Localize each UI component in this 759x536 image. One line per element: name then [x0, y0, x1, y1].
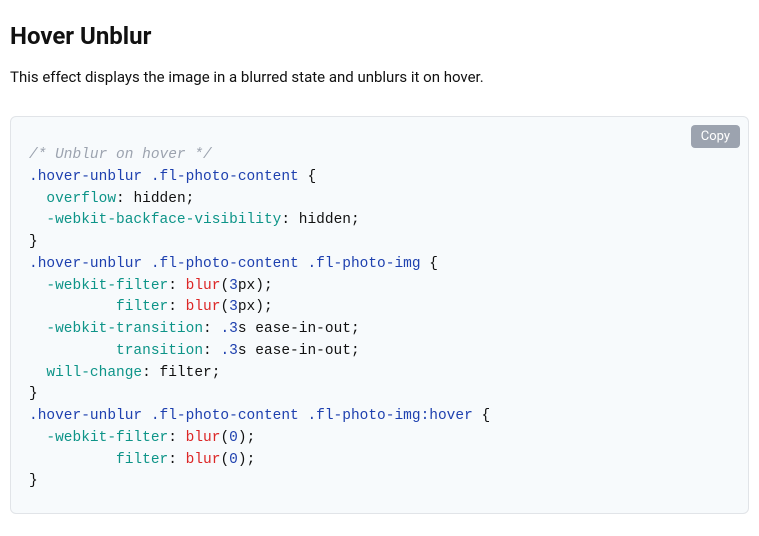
- code-colon: :: [281, 212, 298, 228]
- code-colon: :: [116, 191, 133, 207]
- code-semi: ;: [351, 321, 360, 337]
- code-brace: }: [29, 234, 38, 250]
- code-paren: ): [255, 299, 264, 315]
- code-unit: s: [238, 321, 247, 337]
- code-property: filter: [116, 452, 168, 468]
- code-number: 0: [229, 430, 238, 446]
- code-colon: :: [168, 278, 185, 294]
- copy-button[interactable]: Copy: [691, 125, 740, 148]
- code-function: blur: [186, 430, 221, 446]
- code-function: blur: [186, 299, 221, 315]
- code-number: 0: [229, 452, 238, 468]
- code-unit: px: [238, 299, 255, 315]
- code-semi: ;: [212, 365, 221, 381]
- code-unit: s: [238, 343, 247, 359]
- code-number: 3: [229, 278, 238, 294]
- code-semi: ;: [351, 343, 360, 359]
- code-colon: :: [203, 321, 220, 337]
- code-value: hidden: [299, 212, 351, 228]
- code-paren: (: [220, 452, 229, 468]
- code-brace: }: [29, 386, 38, 402]
- code-value: hidden: [133, 191, 185, 207]
- page-title: Hover Unblur: [10, 22, 749, 50]
- code-paren: (: [220, 430, 229, 446]
- code-paren: (: [220, 299, 229, 315]
- code-unit: px: [238, 278, 255, 294]
- code-semi: ;: [264, 278, 273, 294]
- code-selector: .hover-unblur .fl-photo-content: [29, 169, 299, 185]
- code-paren: ): [255, 278, 264, 294]
- code-selector: .hover-unblur .fl-photo-content .fl-phot…: [29, 256, 421, 272]
- code-value: ease-in-out: [247, 343, 351, 359]
- code-colon: :: [203, 343, 220, 359]
- code-semi: ;: [264, 299, 273, 315]
- code-number: 3: [229, 299, 238, 315]
- code-colon: :: [168, 452, 185, 468]
- code-semi: ;: [186, 191, 195, 207]
- code-number: .3: [220, 321, 237, 337]
- code-colon: :: [168, 430, 185, 446]
- code-pseudo: :hover: [421, 408, 473, 424]
- code-brace: }: [29, 473, 38, 489]
- code-property: will-change: [46, 365, 142, 381]
- code-property: transition: [116, 343, 203, 359]
- code-paren: ): [238, 430, 247, 446]
- code-value: ease-in-out: [247, 321, 351, 337]
- code-number: .3: [220, 343, 237, 359]
- code-function: blur: [186, 452, 221, 468]
- code-colon: :: [168, 299, 185, 315]
- code-property: overflow: [46, 191, 116, 207]
- code-value: filter: [160, 365, 212, 381]
- code-comment: /* Unblur on hover */: [29, 147, 212, 163]
- code-semi: ;: [247, 430, 256, 446]
- code-paren: ): [238, 452, 247, 468]
- code-property: -webkit-transition: [46, 321, 203, 337]
- code-selector: .hover-unblur .fl-photo-content .fl-phot…: [29, 408, 421, 424]
- code-function: blur: [186, 278, 221, 294]
- code-property: -webkit-filter: [46, 278, 168, 294]
- code-semi: ;: [351, 212, 360, 228]
- code-property: -webkit-filter: [46, 430, 168, 446]
- code-block: Copy /* Unblur on hover */ .hover-unblur…: [10, 116, 749, 514]
- code-paren: (: [220, 278, 229, 294]
- code-property: filter: [116, 299, 168, 315]
- code-brace: {: [299, 169, 316, 185]
- code-brace: {: [473, 408, 490, 424]
- description-text: This effect displays the image in a blur…: [10, 68, 749, 86]
- code-brace: {: [421, 256, 438, 272]
- code-semi: ;: [247, 452, 256, 468]
- code-colon: :: [142, 365, 159, 381]
- code-content: /* Unblur on hover */ .hover-unblur .fl-…: [29, 145, 730, 493]
- code-property: -webkit-backface-visibility: [46, 212, 281, 228]
